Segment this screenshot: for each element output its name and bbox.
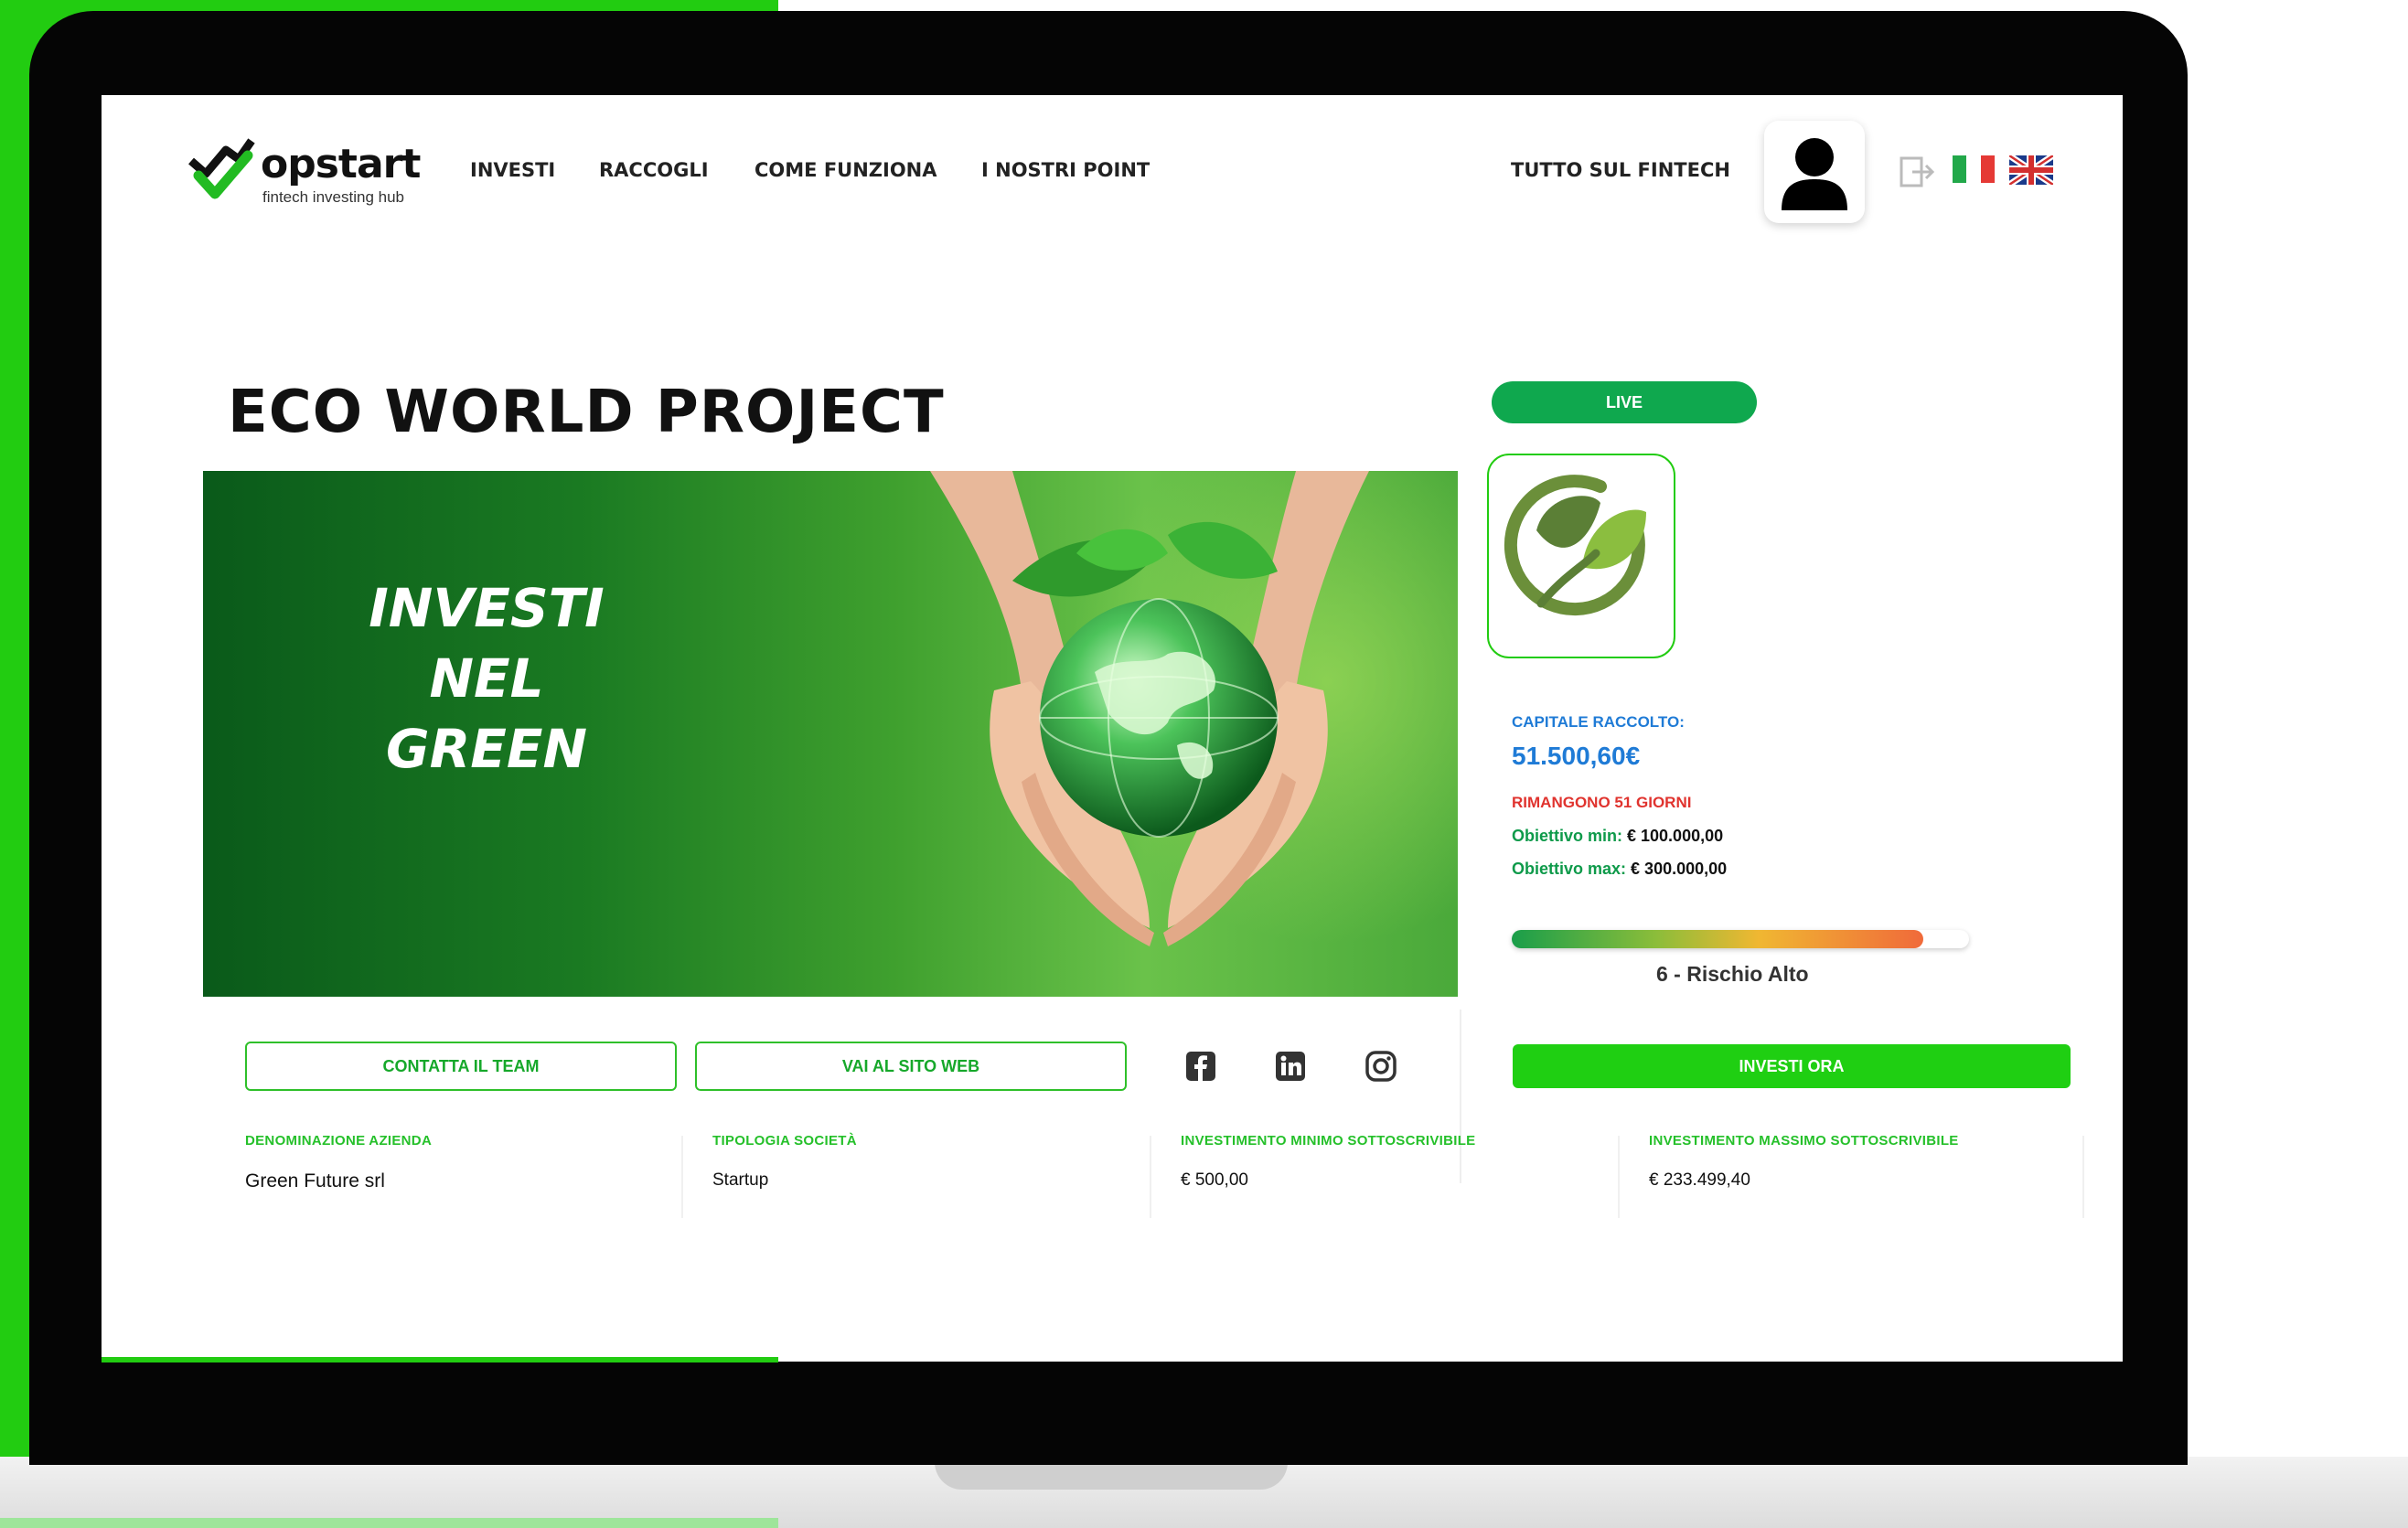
linkedin-icon[interactable]	[1274, 1050, 1307, 1083]
risk-meter-fill	[1512, 930, 1923, 948]
info-company-type: TIPOLOGIA SOCIETÀ Startup	[712, 1133, 1161, 1206]
hero-line: NEL	[429, 647, 544, 710]
flag-italy-icon[interactable]	[1953, 155, 1995, 183]
hero-line: GREEN	[385, 718, 588, 780]
info-min-investment: INVESTIMENTO MINIMO SOTTOSCRIVIBILE € 50…	[1181, 1133, 1629, 1206]
invest-now-button[interactable]: INVESTI ORA	[1513, 1044, 2071, 1088]
leaf-logo-icon	[1504, 475, 1646, 616]
visit-website-button[interactable]: VAI AL SITO WEB	[695, 1042, 1127, 1091]
laptop-screen: opstart fintech investing hub INVESTI RA…	[102, 95, 2123, 1362]
user-account-button[interactable]	[1764, 121, 1865, 223]
brand-logo[interactable]: opstart fintech investing hub	[186, 135, 433, 208]
nav-investi[interactable]: INVESTI	[470, 159, 555, 181]
flag-uk-icon[interactable]	[2009, 155, 2053, 185]
goal-min-label: Obiettivo min:	[1512, 827, 1622, 845]
logout-icon[interactable]	[1900, 155, 1936, 188]
facebook-icon[interactable]	[1184, 1050, 1217, 1083]
capital-raised-label: CAPITALE RACCOLTO:	[1512, 713, 1685, 731]
screen-accent-line	[102, 1357, 778, 1362]
hero-line: INVESTI	[369, 577, 605, 639]
goal-max-label: Obiettivo max:	[1512, 860, 1627, 878]
goal-min: Obiettivo min: € 100.000,00	[1512, 827, 1723, 846]
info-company-name: DENOMINAZIONE AZIENDA Green Future srl	[245, 1133, 693, 1206]
nav-come-funziona[interactable]: COME FUNZIONA	[755, 159, 937, 181]
project-title: ECO WORLD PROJECT	[228, 379, 945, 446]
nav-tutto-sul-fintech[interactable]: TUTTO SUL FINTECH	[1511, 159, 1730, 181]
capital-raised-value: 51.500,60€	[1512, 742, 1641, 770]
brand-tagline: fintech investing hub	[262, 188, 404, 206]
info-value: Startup	[712, 1170, 769, 1190]
hands-holding-globe-illustration	[930, 471, 1369, 946]
contact-team-button[interactable]: CONTATTA IL TEAM	[245, 1042, 677, 1091]
risk-label: 6 - Rischio Alto	[1656, 962, 1809, 986]
info-label: DENOMINAZIONE AZIENDA	[245, 1133, 433, 1149]
info-value: € 500,00	[1181, 1170, 1248, 1190]
goal-max-value: € 300.000,00	[1631, 860, 1728, 878]
risk-meter	[1512, 930, 1969, 948]
user-icon	[1782, 138, 1847, 210]
nav-raccogli[interactable]: RACCOGLI	[599, 159, 709, 181]
info-max-investment: INVESTIMENTO MASSIMO SOTTOSCRIVIBILE € 2…	[1649, 1133, 2097, 1206]
info-label: TIPOLOGIA SOCIETÀ	[712, 1133, 857, 1149]
hero-headline: INVESTI NEL GREEN	[349, 573, 624, 785]
nav-i-nostri-point[interactable]: I NOSTRI POINT	[981, 159, 1150, 181]
goal-min-value: € 100.000,00	[1627, 827, 1724, 845]
info-value: Green Future srl	[245, 1170, 385, 1191]
instagram-icon[interactable]	[1365, 1050, 1397, 1083]
brand-name: opstart	[261, 141, 421, 187]
background-accent-strip-bottom	[0, 1518, 778, 1528]
logo-check-chart-icon	[188, 138, 255, 199]
info-value: € 233.499,40	[1649, 1170, 1750, 1190]
info-label: INVESTIMENTO MINIMO SOTTOSCRIVIBILE	[1181, 1133, 1476, 1149]
project-hero-image: INVESTI NEL GREEN	[203, 471, 1458, 997]
company-logo	[1487, 454, 1675, 658]
status-badge-live: LIVE	[1492, 381, 1757, 423]
days-remaining: RIMANGONO 51 GIORNI	[1512, 794, 1692, 811]
info-label: INVESTIMENTO MASSIMO SOTTOSCRIVIBILE	[1649, 1133, 1959, 1149]
goal-max: Obiettivo max: € 300.000,00	[1512, 860, 1727, 879]
